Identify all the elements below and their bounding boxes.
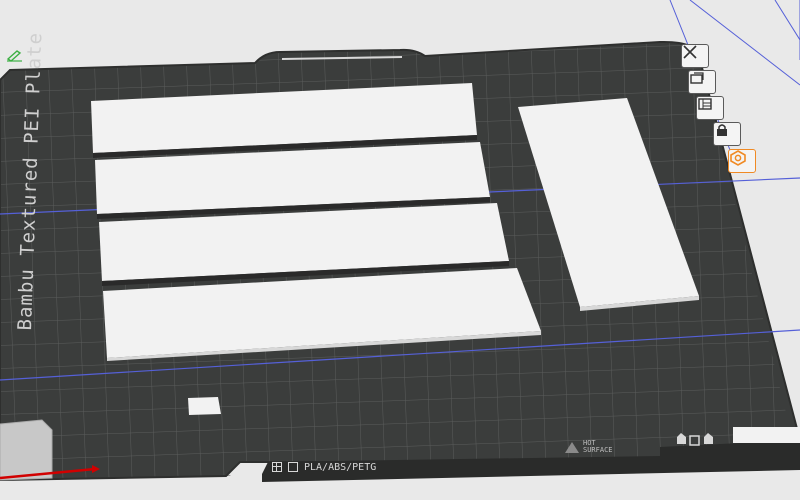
orient-button[interactable] [688, 70, 716, 94]
orient-icon [690, 72, 704, 84]
materials-label: PLA/ABS/PETG [304, 461, 377, 473]
grid-icon [272, 462, 282, 472]
part-6[interactable] [188, 397, 221, 415]
hot-surface-warning: HOT SURFACE [565, 440, 613, 454]
close-plate-button[interactable] [681, 44, 709, 68]
arrange-icon [698, 98, 712, 110]
plate-settings-button[interactable] [728, 149, 756, 173]
view-cube-corner[interactable] [0, 419, 53, 481]
lock-icon [717, 124, 727, 136]
lock-button[interactable] [713, 122, 741, 146]
surface-label: SURFACE [583, 446, 613, 454]
qr-icon [288, 462, 298, 472]
warning-icon [565, 441, 579, 453]
arrange-button[interactable] [696, 96, 724, 120]
close-plate-icon [683, 45, 697, 59]
plate-settings-icon [730, 150, 746, 166]
material-strip: PLA/ABS/PETG [272, 459, 376, 475]
build-plate-scene[interactable] [0, 0, 800, 500]
3d-viewport[interactable]: Bambu Textured PEI Plate PLA/ABS/PETG HO… [0, 0, 800, 500]
edit-pencil-icon [6, 50, 22, 62]
